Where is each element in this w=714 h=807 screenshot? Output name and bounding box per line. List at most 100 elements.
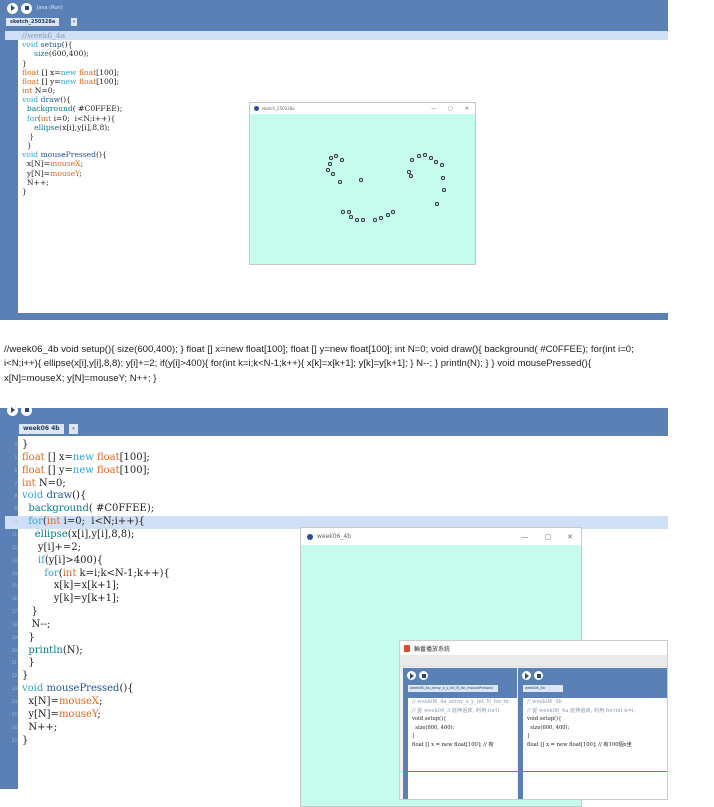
close-button[interactable]: ✕ bbox=[465, 106, 469, 112]
code-line[interactable]: float [] x = new float[100]; // 有 bbox=[412, 741, 517, 750]
run-button[interactable] bbox=[407, 671, 416, 680]
minimize-button[interactable]: — bbox=[522, 533, 529, 541]
code-line[interactable]: int N=0; bbox=[22, 478, 66, 491]
code-line[interactable]: } bbox=[22, 187, 27, 196]
code-line[interactable]: } bbox=[22, 735, 28, 748]
code-line[interactable]: // 從 week06_4a 延伸過來, 利用 for(int k=i; bbox=[527, 707, 667, 716]
code-line[interactable]: size(600, 400); bbox=[412, 724, 517, 733]
maximize-button[interactable]: ▢ bbox=[448, 106, 453, 112]
code-token: N++; bbox=[22, 721, 58, 733]
code-line[interactable]: for(int i=0; i<N;i++){ bbox=[22, 516, 145, 529]
code-token: [100]; bbox=[96, 67, 120, 77]
stop-button[interactable] bbox=[21, 2, 32, 14]
code-line[interactable]: } bbox=[412, 732, 517, 741]
code-line[interactable]: ellipse(x[i],y[i],8,8); bbox=[22, 123, 110, 132]
code-line[interactable]: } bbox=[22, 670, 28, 683]
ellipse-mark bbox=[434, 160, 438, 164]
code-line[interactable]: } bbox=[527, 732, 667, 741]
tab-menu-button[interactable]: ▾ bbox=[69, 424, 78, 434]
code-line[interactable]: y[k]=y[k+1]; bbox=[22, 593, 120, 606]
code-line[interactable]: if(y[i]>400){ bbox=[22, 555, 103, 568]
ellipse-mark bbox=[329, 156, 333, 160]
code-line[interactable]: N++; bbox=[22, 178, 49, 187]
close-button[interactable]: ✕ bbox=[567, 533, 573, 541]
code-token: } bbox=[22, 58, 27, 68]
code-line[interactable]: //week6_4a bbox=[22, 31, 65, 40]
compare-window[interactable]: 輪番播放系統 week06_4a_array_x_y_int_N_for_mou… bbox=[399, 640, 668, 800]
code-line[interactable]: float [] y=new float[100]; bbox=[22, 77, 119, 86]
code-token: new bbox=[72, 464, 94, 476]
code-line[interactable]: size(600,400); bbox=[22, 49, 89, 58]
code-token: } bbox=[22, 606, 38, 618]
selection-line bbox=[406, 771, 667, 772]
code-line[interactable]: } bbox=[22, 132, 34, 141]
stop-button[interactable] bbox=[534, 671, 543, 680]
code-line[interactable]: void mousePressed(){ bbox=[22, 683, 134, 696]
sketch-titlebar[interactable]: week06_4b — ▢ ✕ bbox=[301, 528, 581, 545]
code-line[interactable]: // week06_4a_array_x_y_int_N_for_m bbox=[412, 698, 517, 707]
code-line[interactable]: } bbox=[22, 657, 34, 670]
code-line[interactable]: float [] x=new float[100]; bbox=[22, 452, 150, 465]
code-line[interactable]: background( #C0FFEE); bbox=[22, 104, 122, 113]
run-button[interactable] bbox=[522, 671, 531, 680]
code-line[interactable]: for(int k=i;k<N-1;k++){ bbox=[22, 568, 170, 581]
compare-titlebar[interactable]: 輪番播放系統 bbox=[400, 641, 667, 655]
tab-menu-button[interactable]: ▾ bbox=[71, 18, 77, 26]
code-line[interactable]: y[i]+=2; bbox=[22, 542, 81, 555]
left-tab[interactable]: week06_4a_array_x_y_int_N_for_mousePress… bbox=[408, 685, 498, 692]
run-button[interactable] bbox=[7, 2, 18, 14]
code-token: } bbox=[22, 439, 29, 450]
code-line[interactable]: } bbox=[22, 59, 27, 68]
code-line[interactable]: ellipse(x[i],y[i],8,8); bbox=[22, 529, 135, 542]
code-line[interactable]: float [] x=new float[100]; bbox=[22, 68, 119, 77]
run-button[interactable] bbox=[7, 404, 18, 416]
stop-button[interactable] bbox=[419, 671, 428, 680]
code-token: int bbox=[62, 567, 77, 579]
code-line[interactable]: // 從 week04_3 延伸過來, 利用 for(i bbox=[412, 707, 517, 716]
tab-sketch[interactable]: sketch_250328a bbox=[6, 18, 60, 26]
stop-button[interactable] bbox=[21, 404, 32, 416]
code-line[interactable]: } bbox=[22, 439, 28, 452]
code-token: float bbox=[22, 76, 40, 86]
right-code[interactable]: // week06_4b// 從 week06_4a 延伸過來, 利用 for(… bbox=[523, 698, 667, 799]
top-sketch-window[interactable]: sketch_250328a — ▢ ✕ bbox=[249, 102, 476, 265]
code-line[interactable]: N--; bbox=[22, 619, 51, 632]
minimize-button[interactable]: — bbox=[431, 106, 436, 112]
mode-label[interactable]: Java (Run) bbox=[37, 5, 63, 11]
code-line[interactable]: float [] y=new float[100]; bbox=[22, 465, 150, 478]
ellipse-mark bbox=[355, 218, 359, 222]
code-line[interactable]: void setup(){ bbox=[22, 40, 73, 49]
code-line[interactable]: void draw(){ bbox=[22, 95, 71, 104]
code-token: } bbox=[22, 670, 29, 682]
code-line[interactable]: } bbox=[22, 606, 38, 619]
code-line[interactable]: y[N]=mouseY; bbox=[22, 709, 100, 722]
right-tab[interactable]: week06_4b bbox=[523, 685, 563, 692]
code-line[interactable]: } bbox=[22, 141, 32, 150]
code-line[interactable]: void draw(){ bbox=[22, 490, 86, 503]
sketch-canvas[interactable] bbox=[250, 114, 475, 264]
code-token: [] x= bbox=[39, 67, 61, 77]
code-line[interactable]: println(N); bbox=[22, 645, 82, 658]
code-line[interactable]: int N=0; bbox=[22, 86, 55, 95]
code-line[interactable]: background( #C0FFEE); bbox=[22, 503, 154, 516]
code-line[interactable]: void setup(){ bbox=[527, 715, 667, 724]
left-code[interactable]: // week06_4a_array_x_y_int_N_for_m// 從 w… bbox=[408, 698, 517, 799]
tab-sketch[interactable]: week06 4b bbox=[19, 424, 64, 434]
line-number: 18 bbox=[11, 621, 17, 627]
code-line[interactable]: size(600, 400); bbox=[527, 724, 667, 733]
maximize-button[interactable]: ▢ bbox=[545, 533, 552, 541]
code-line[interactable]: x[N]=mouseX; bbox=[22, 696, 102, 709]
code-line[interactable]: float [] x = new float[100]; // 有100個x坐 bbox=[527, 741, 667, 750]
code-line[interactable]: N++; bbox=[22, 722, 57, 735]
code-line[interactable]: for(int i=0; i<N;i++){ bbox=[22, 114, 115, 123]
ellipse-mark bbox=[429, 156, 433, 160]
code-line[interactable]: x[N]=mouseX; bbox=[22, 159, 83, 168]
code-line[interactable]: } bbox=[22, 632, 34, 645]
code-line[interactable]: y[N]=mouseY; bbox=[22, 169, 82, 178]
code-token: x[N]= bbox=[22, 159, 51, 169]
sketch-titlebar[interactable]: sketch_250328a — ▢ ✕ bbox=[250, 103, 475, 114]
code-line[interactable]: x[k]=x[k+1]; bbox=[22, 580, 120, 593]
code-line[interactable]: void mousePressed(){ bbox=[22, 150, 107, 159]
code-line[interactable]: void setup(){ bbox=[412, 715, 517, 724]
code-line[interactable]: // week06_4b bbox=[527, 698, 667, 707]
